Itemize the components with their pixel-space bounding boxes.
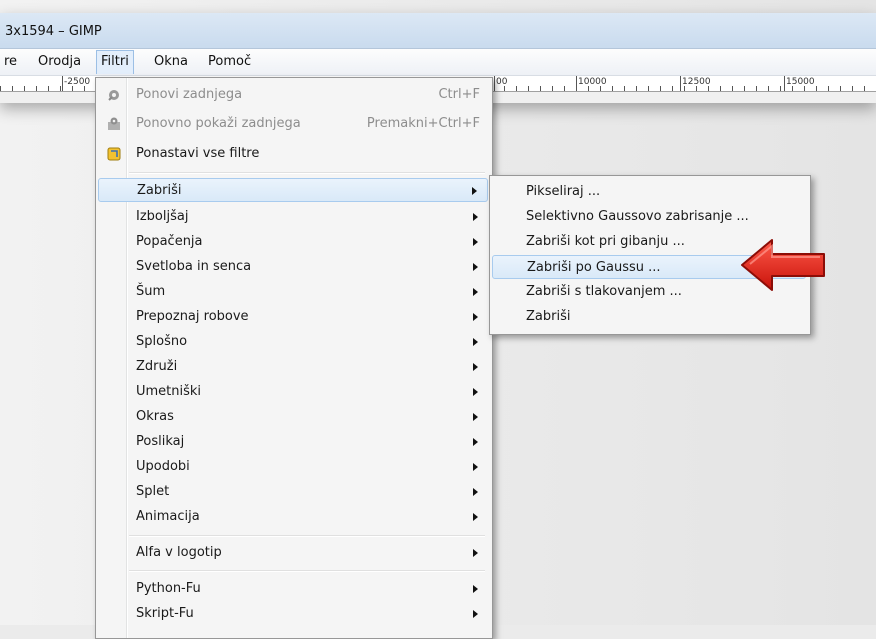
gear-dialog-icon	[106, 116, 122, 132]
menu-item-shortcut: Ctrl+F	[438, 87, 480, 102]
menu-item-label: Ponovno pokaži zadnjega	[136, 116, 301, 131]
menu-item-label: Zabriši	[526, 309, 571, 324]
submenu-arrow-icon	[473, 263, 478, 271]
menu-item-label: Animacija	[136, 509, 200, 524]
submenu-arrow-icon	[473, 585, 478, 593]
menu-item-web[interactable]: Splet	[98, 480, 488, 504]
menu-item-decor[interactable]: Okras	[98, 405, 488, 429]
menu-separator	[129, 535, 485, 537]
submenu-item-selective-gaussian-blur[interactable]: Selektivno Gaussovo zabrisanje ...	[492, 205, 806, 229]
menu-item-shortcut: Premakni+Ctrl+F	[366, 116, 480, 131]
menu-item-label: Zabriši po Gaussu ...	[527, 260, 661, 275]
menu-item-label: Poslikaj	[136, 434, 185, 449]
menu-item-light-and-shadow[interactable]: Svetloba in senca	[98, 255, 488, 279]
menu-item-repeat-last[interactable]: Ponovi zadnjega Ctrl+F	[98, 83, 488, 107]
window-title: 3x1594 – GIMP	[5, 24, 102, 39]
menu-item-label: Ponastavi vse filtre	[136, 146, 260, 161]
submenu-item-blur[interactable]: Zabriši	[492, 305, 806, 329]
menubar-item-tools[interactable]: Orodja	[34, 51, 85, 73]
ruler-label: -2500	[64, 77, 91, 87]
submenu-arrow-icon	[473, 238, 478, 246]
menu-item-label: Prepoznaj robove	[136, 309, 249, 324]
menu-item-label: Izboljšaj	[136, 209, 189, 224]
reset-filters-icon	[106, 146, 122, 162]
menu-item-label: Skript-Fu	[136, 606, 194, 621]
menu-item-edge-detect[interactable]: Prepoznaj robove	[98, 305, 488, 329]
menu-item-label: Ponovi zadnjega	[136, 87, 243, 102]
ruler-label: 15000	[786, 77, 815, 87]
menu-item-script-fu[interactable]: Skript-Fu	[98, 602, 488, 626]
submenu-arrow-icon	[472, 187, 477, 195]
menu-item-label: Zabriši	[137, 183, 182, 198]
submenu-item-pixelize[interactable]: Pikseliraj ...	[492, 180, 806, 204]
ruler-label: 00	[496, 77, 508, 87]
title-bar: 3x1594 – GIMP	[0, 13, 876, 49]
menu-item-artistic[interactable]: Umetniški	[98, 380, 488, 404]
menubar-item-partial[interactable]: re	[0, 51, 21, 73]
submenu-arrow-icon	[473, 610, 478, 618]
menu-item-generic[interactable]: Splošno	[98, 330, 488, 354]
menu-item-label: Šum	[136, 284, 166, 299]
submenu-arrow-icon	[473, 513, 478, 521]
menu-item-combine[interactable]: Združi	[98, 355, 488, 379]
submenu-arrow-icon	[473, 388, 478, 396]
menu-item-render[interactable]: Upodobi	[98, 455, 488, 479]
menu-item-label: Združi	[136, 359, 178, 374]
menu-item-alpha-to-logo[interactable]: Alfa v logotip	[98, 541, 488, 565]
ruler-label: 12500	[682, 77, 711, 87]
menu-item-label: Okras	[136, 409, 174, 424]
menu-item-label: Splošno	[136, 334, 188, 349]
menu-item-label: Zabriši kot pri gibanju ...	[526, 234, 685, 249]
menubar-item-filters[interactable]: Filtri	[96, 50, 134, 74]
menu-item-label: Selektivno Gaussovo zabrisanje ...	[526, 209, 749, 224]
filters-menu: Ponovi zadnjega Ctrl+F Ponovno pokaži za…	[95, 77, 493, 639]
menu-bar: re Orodja Filtri Okna Pomoč	[0, 49, 876, 76]
menu-item-python-fu[interactable]: Python-Fu	[98, 577, 488, 601]
submenu-arrow-icon	[473, 488, 478, 496]
menu-item-map[interactable]: Poslikaj	[98, 430, 488, 454]
menu-item-animation[interactable]: Animacija	[98, 505, 488, 529]
menu-item-enhance[interactable]: Izboljšaj	[98, 205, 488, 229]
menu-item-reshow-last[interactable]: Ponovno pokaži zadnjega Premakni+Ctrl+F	[98, 112, 488, 136]
menu-item-label: Popačenja	[136, 234, 203, 249]
menu-item-distorts[interactable]: Popačenja	[98, 230, 488, 254]
gear-icon	[106, 87, 122, 103]
submenu-arrow-icon	[473, 463, 478, 471]
submenu-arrow-icon	[473, 288, 478, 296]
submenu-arrow-icon	[473, 363, 478, 371]
submenu-arrow-icon	[473, 213, 478, 221]
menu-item-label: Upodobi	[136, 459, 190, 474]
red-arrow-icon	[740, 236, 828, 294]
menu-item-label: Splet	[136, 484, 170, 499]
submenu-arrow-icon	[473, 549, 478, 557]
menu-item-label: Alfa v logotip	[136, 545, 222, 560]
menu-item-label: Pikseliraj ...	[526, 184, 601, 199]
ruler-label: 10000	[578, 77, 607, 87]
menu-separator	[129, 172, 485, 174]
submenu-arrow-icon	[473, 313, 478, 321]
menu-item-label: Svetloba in senca	[136, 259, 252, 274]
menubar-item-windows[interactable]: Okna	[150, 51, 192, 73]
menubar-item-help[interactable]: Pomoč	[204, 51, 255, 73]
menu-item-label: Python-Fu	[136, 581, 201, 596]
submenu-arrow-icon	[473, 413, 478, 421]
menu-separator	[129, 570, 485, 572]
menu-item-reset-all-filters[interactable]: Ponastavi vse filtre	[98, 142, 488, 166]
menu-item-noise[interactable]: Šum	[98, 280, 488, 304]
submenu-arrow-icon	[473, 438, 478, 446]
menu-item-label: Umetniški	[136, 384, 202, 399]
submenu-arrow-icon	[473, 338, 478, 346]
menu-item-blur[interactable]: Zabriši	[98, 178, 488, 202]
menu-item-label: Zabriši s tlakovanjem ...	[526, 284, 682, 299]
